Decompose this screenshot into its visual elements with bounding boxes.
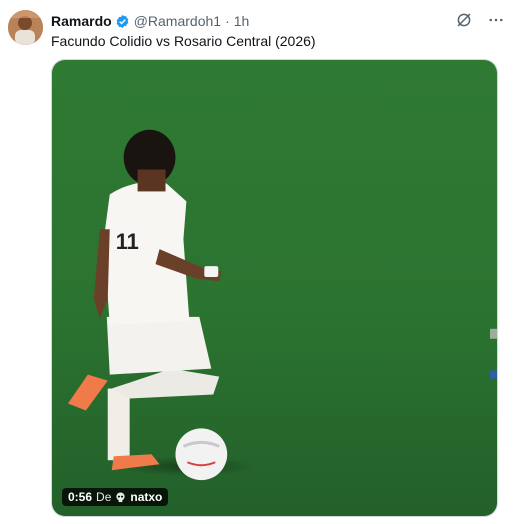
grok-icon xyxy=(457,13,471,27)
author-handle[interactable]: @Ramardoh1 xyxy=(134,13,221,29)
source-avatar-icon xyxy=(116,491,125,502)
post-time[interactable]: 1h xyxy=(234,13,250,29)
grok-button[interactable] xyxy=(453,9,475,31)
video-from-label: De xyxy=(96,490,112,504)
video-player[interactable]: 11 0:56 De natxo xyxy=(51,59,498,517)
avatar-image xyxy=(8,10,43,45)
author-avatar[interactable] xyxy=(8,10,43,45)
more-options-icon xyxy=(489,18,503,22)
video-thumbnail: 11 xyxy=(52,60,497,516)
video-info-badge: 0:56 De natxo xyxy=(62,488,169,506)
video-duration: 0:56 xyxy=(68,490,93,504)
author-name[interactable]: Ramardo xyxy=(51,13,112,29)
verified-badge-icon xyxy=(116,14,129,28)
svg-text:11: 11 xyxy=(116,229,139,254)
video-source-name[interactable]: natxo xyxy=(130,490,162,504)
tweet-top-actions xyxy=(453,9,507,31)
tweet-text: Facundo Colidio vs Rosario Central (2026… xyxy=(51,33,316,49)
more-options-button[interactable] xyxy=(485,9,507,31)
tweet-header: Ramardo @Ramardoh1 · 1h xyxy=(51,11,249,31)
separator-dot: · xyxy=(225,13,230,29)
